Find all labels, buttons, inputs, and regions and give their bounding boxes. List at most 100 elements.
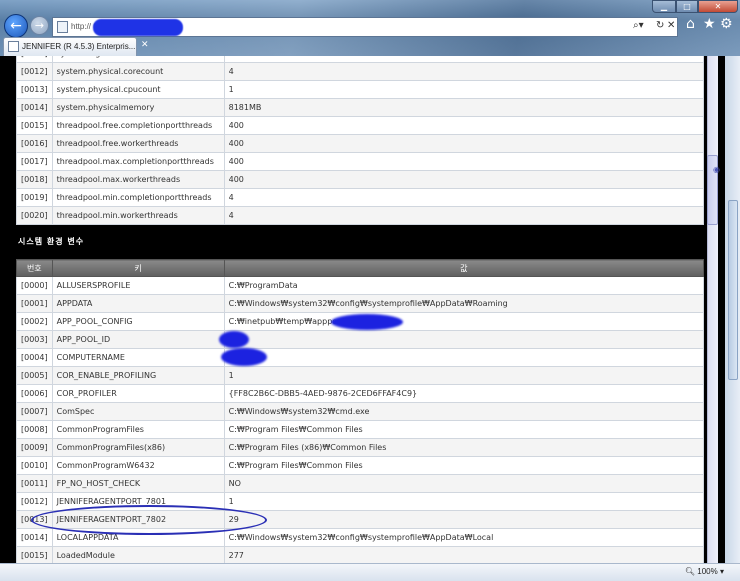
status-bar: 🔍︎ 100% ▾ <box>0 563 740 581</box>
page-viewport: [0011]system.logical.threadcount4[0012]s… <box>0 56 725 563</box>
row-number: [0009] <box>16 438 53 457</box>
row-key: CommonProgramFiles(x86) <box>51 438 225 457</box>
table-row: [0015] threadpool.free.completionportthre… <box>16 116 705 135</box>
forward-arrow-icon: → <box>34 19 45 32</box>
zoom-value: 100% <box>697 567 718 576</box>
row-value: C:₩Windows₩system32₩cmd.exe <box>223 402 705 421</box>
highlight-ellipse-annotation <box>31 505 267 535</box>
row-value: 400 <box>223 116 705 135</box>
search-icon[interactable]: ⌕▾ <box>633 20 644 31</box>
row-number: [0015] <box>16 546 53 563</box>
row-key: threadpool.free.workerthreads <box>51 134 225 153</box>
row-number: [0012] <box>16 492 53 511</box>
row-value: 4 <box>223 62 705 81</box>
row-number: [0006] <box>16 384 53 403</box>
table-header-row: 번호 키 값 <box>16 259 705 277</box>
row-number: [0014] <box>16 98 53 117</box>
browser-tab-active[interactable]: JENNIFER (R 4.5.3) Enterpris... <box>3 37 137 56</box>
row-key: system.physical.corecount <box>51 62 225 81</box>
row-key: system.physical.cpucount <box>51 80 225 99</box>
row-number: [0015] <box>16 116 53 135</box>
page-icon <box>57 21 68 33</box>
row-value: NO <box>223 474 705 493</box>
row-key: COR_ENABLE_PROFILING <box>51 366 225 385</box>
table-row: [0001] APPDATA C:₩Windows₩system32₩config₩… <box>16 294 705 313</box>
row-key: COR_PROFILER <box>51 384 225 403</box>
row-value <box>223 348 705 367</box>
favorites-star-icon[interactable]: ★ <box>703 16 716 32</box>
row-key: system.physicalmemory <box>51 98 225 117</box>
row-value: 8181MB <box>223 98 705 117</box>
home-icon[interactable]: ⌂ <box>686 16 695 32</box>
back-button[interactable]: ← <box>4 14 28 38</box>
address-bar[interactable]: http:// 0/main.jsp ⌕▾ ↻ ✕ <box>52 17 678 37</box>
table-row: [0020] threadpool.min.workerthreads 4 <box>16 206 705 225</box>
inner-scrollbar-track[interactable] <box>707 56 718 563</box>
table-row: [0006] COR_PROFILER {FF8C2B6C-DBB5-4AED-98… <box>16 384 705 403</box>
row-key: LoadedModule <box>51 546 225 563</box>
row-number: [0011] <box>16 474 53 493</box>
row-number: [0001] <box>16 294 53 313</box>
zoom-icon: 🔍︎ <box>684 567 696 576</box>
row-number: [0012] <box>16 62 53 81</box>
row-number: [0018] <box>16 170 53 189</box>
table-row: [0005] COR_ENABLE_PROFILING 1 <box>16 366 705 385</box>
row-value: 4 <box>223 188 705 207</box>
system-properties-table: [0011]system.logical.threadcount4[0012]s… <box>16 56 705 225</box>
maximize-button[interactable]: □ <box>676 0 698 13</box>
row-value: 400 <box>223 134 705 153</box>
column-header-value: 값 <box>223 259 705 277</box>
window-controls: ▁ □ ✕ <box>652 0 738 13</box>
row-value: {FF8C2B6C-DBB5-4AED-9876-2CED6FFAF4C9} <box>223 384 705 403</box>
row-key: CommonProgramFiles <box>51 420 225 439</box>
row-key: threadpool.free.completionportthreads <box>51 116 225 135</box>
row-key: APPDATA <box>51 294 225 313</box>
row-number: [0000] <box>16 276 53 295</box>
row-number: [0010] <box>16 456 53 475</box>
redaction-computername <box>221 348 267 366</box>
row-value: C:₩Windows₩system32₩config₩systemprofile… <box>223 294 705 313</box>
row-key: threadpool.max.workerthreads <box>51 170 225 189</box>
row-number: [0014] <box>16 528 53 547</box>
row-value: C:₩Program Files₩Common Files <box>223 456 705 475</box>
row-key: ALLUSERSPROFILE <box>51 276 225 295</box>
table-row: [0019] threadpool.min.completionportthrea… <box>16 188 705 207</box>
table-row: [0007] ComSpec C:₩Windows₩system32₩cmd.exe <box>16 402 705 421</box>
stop-icon[interactable]: ✕ <box>667 20 675 31</box>
row-number: [0005] <box>16 366 53 385</box>
row-key: APP_POOL_ID <box>51 330 225 349</box>
row-number: [0004] <box>16 348 53 367</box>
row-value: 277 <box>223 546 705 563</box>
close-tab-icon[interactable]: ✕ <box>141 40 149 50</box>
table-row: [0018] threadpool.max.workerthreads 400 <box>16 170 705 189</box>
row-key: threadpool.min.completionportthreads <box>51 188 225 207</box>
close-window-button[interactable]: ✕ <box>698 0 738 13</box>
content-area: [0011]system.logical.threadcount4[0012]s… <box>9 56 719 563</box>
minimize-button[interactable]: ▁ <box>652 0 676 13</box>
row-value <box>223 330 705 349</box>
column-header-key: 키 <box>51 259 225 277</box>
row-value: 1 <box>223 366 705 385</box>
zoom-level[interactable]: 🔍︎ 100% ▾ <box>685 567 724 576</box>
table-row: [0010] CommonProgramW6432 C:₩Program Files… <box>16 456 705 475</box>
row-number: [0003] <box>16 330 53 349</box>
table-row: [0011] FP_NO_HOST_CHECK NO <box>16 474 705 493</box>
row-value: C:₩inetpub₩temp₩apppools₩ config <box>223 312 705 331</box>
row-key: threadpool.min.workerthreads <box>51 206 225 225</box>
refresh-icon[interactable]: ↻ <box>656 20 664 31</box>
browser-scrollbar-thumb[interactable] <box>728 200 738 380</box>
table-row: [0016] threadpool.free.workerthreads 400 <box>16 134 705 153</box>
page-icon <box>8 41 19 52</box>
table-row: [0014] system.physicalmemory 8181MB <box>16 98 705 117</box>
row-key: ComSpec <box>51 402 225 421</box>
row-key: threadpool.max.completionportthreads <box>51 152 225 171</box>
forward-button[interactable]: → <box>30 16 49 35</box>
table-row: [0004] COMPUTERNAME <box>16 348 705 367</box>
tools-gear-icon[interactable]: ⚙ <box>720 16 733 32</box>
table-row: [0015] LoadedModule 277 <box>16 546 705 563</box>
column-header-number: 번호 <box>16 259 53 277</box>
redaction-app-pool-config <box>331 314 403 330</box>
row-value: 400 <box>223 170 705 189</box>
row-value: 400 <box>223 152 705 171</box>
tab-title: JENNIFER (R 4.5.3) Enterpris... <box>22 42 136 51</box>
